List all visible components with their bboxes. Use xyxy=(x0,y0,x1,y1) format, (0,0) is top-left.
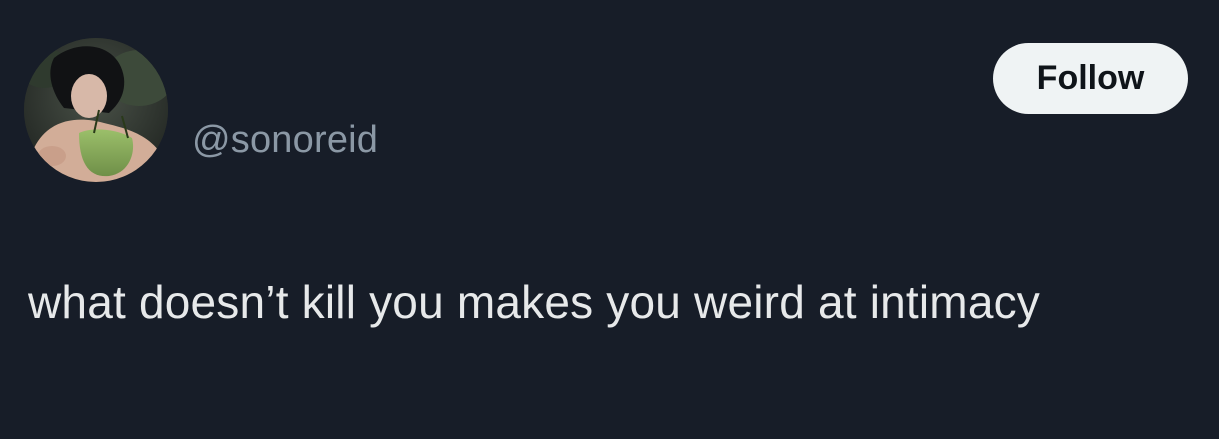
follow-button[interactable]: Follow xyxy=(993,43,1188,114)
tweet-text: what doesn’t kill you makes you weird at… xyxy=(28,276,1041,328)
profile-photo-icon xyxy=(24,38,168,182)
tweet-card: @sonoreid Follow what doesn’t kill you m… xyxy=(0,0,1219,439)
avatar[interactable] xyxy=(24,38,168,182)
author-handle[interactable]: @sonoreid xyxy=(192,118,378,162)
